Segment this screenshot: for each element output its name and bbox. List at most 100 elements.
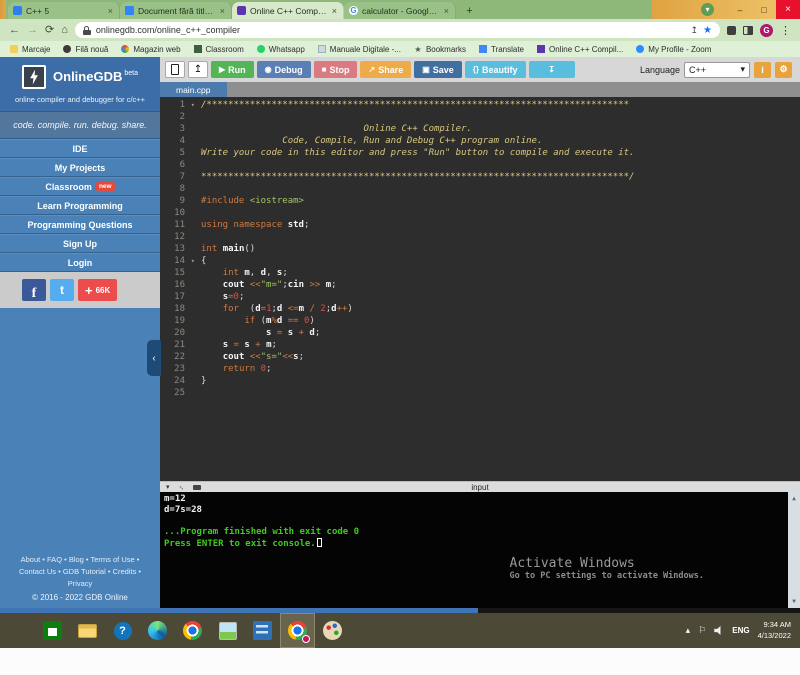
sidebar-item-my-projects[interactable]: My Projects bbox=[0, 158, 160, 177]
sidebar-item-learn-programming[interactable]: Learn Programming bbox=[0, 196, 160, 215]
browser-tab[interactable]: Document fără titlu - Documente× bbox=[120, 2, 232, 19]
code-line[interactable] bbox=[201, 207, 800, 219]
code-line[interactable]: Write your code in this editor and press… bbox=[201, 147, 800, 159]
bookmark-star-icon[interactable]: ★ bbox=[703, 25, 712, 36]
code-line[interactable] bbox=[201, 111, 800, 123]
browser-tab[interactable]: Online C++ Compiler - online e…× bbox=[232, 2, 344, 19]
code-editor[interactable]: 1▾234567891011121314▾1516171819202122232… bbox=[160, 97, 800, 481]
clock[interactable]: 9:34 AM 4/13/2022 bbox=[758, 620, 791, 640]
tab-close-icon[interactable]: × bbox=[331, 6, 338, 16]
code-line[interactable]: { bbox=[201, 255, 800, 267]
taskbar-store-icon[interactable] bbox=[35, 613, 70, 648]
tab-close-icon[interactable]: × bbox=[443, 6, 450, 16]
stop-button[interactable]: ■Stop bbox=[314, 61, 358, 78]
twitter-icon[interactable]: t bbox=[50, 279, 74, 301]
sidebar-footer-links[interactable]: About • FAQ • Blog • Terms of Use • Cont… bbox=[0, 554, 160, 590]
code-line[interactable]: s=0; bbox=[201, 291, 800, 303]
taskbar-start-icon[interactable] bbox=[0, 613, 35, 648]
code-line[interactable] bbox=[201, 159, 800, 171]
bookmark-item[interactable]: My Profile - Zoom bbox=[636, 45, 711, 54]
taskbar-chrome-icon[interactable] bbox=[175, 613, 210, 648]
tab-close-icon[interactable]: × bbox=[107, 6, 114, 16]
sidebar-collapse-handle[interactable]: ‹ bbox=[147, 340, 161, 376]
code-line[interactable]: cout <<"m=";cin >> m; bbox=[201, 279, 800, 291]
code-line[interactable]: if (m%d == 0) bbox=[201, 315, 800, 327]
code-line[interactable]: Online C++ Compiler. bbox=[201, 123, 800, 135]
taskbar-edge-icon[interactable] bbox=[140, 613, 175, 648]
open-file-button[interactable]: ↥ bbox=[188, 61, 208, 78]
bookmark-item[interactable]: Manuale Digitale -... bbox=[318, 45, 401, 54]
maximize-button[interactable]: □ bbox=[752, 0, 776, 19]
sidebar-item-login[interactable]: Login bbox=[0, 253, 160, 272]
sidebar-item-sign-up[interactable]: Sign Up bbox=[0, 234, 160, 253]
share-count-button[interactable]: + 66K bbox=[78, 279, 117, 301]
beautify-button[interactable]: {}Beautify bbox=[465, 61, 526, 78]
taskbar-settings-icon[interactable] bbox=[245, 613, 280, 648]
console-scrollbar[interactable]: ▲ ▼ bbox=[788, 492, 800, 608]
bookmark-item[interactable]: Marcaje bbox=[10, 45, 50, 54]
download-button[interactable]: ↧ bbox=[529, 61, 575, 78]
new-tab-button[interactable]: + bbox=[462, 3, 477, 18]
tab-search-icon[interactable]: ▾ bbox=[701, 3, 714, 16]
bookmark-item[interactable]: Translate bbox=[479, 45, 524, 54]
keyboard-language[interactable]: ENG bbox=[732, 626, 749, 635]
sidebar-item-ide[interactable]: IDE bbox=[0, 139, 160, 158]
sidebar-item-classroom[interactable]: Classroomnew bbox=[0, 177, 160, 196]
action-center-flag-icon[interactable]: ⚐ bbox=[698, 626, 706, 635]
side-panel-icon[interactable] bbox=[743, 26, 753, 35]
speaker-icon[interactable] bbox=[714, 626, 724, 635]
taskbar-help-icon[interactable]: ? bbox=[105, 613, 140, 648]
code-line[interactable]: return 0; bbox=[201, 363, 800, 375]
fold-caret-icon[interactable]: ▾ bbox=[191, 255, 195, 267]
debug-button[interactable]: ◉Debug bbox=[257, 61, 311, 78]
code-line[interactable] bbox=[201, 387, 800, 399]
code-line[interactable] bbox=[201, 183, 800, 195]
scroll-up-icon[interactable]: ▲ bbox=[792, 493, 796, 504]
run-button[interactable]: ▶Run bbox=[211, 61, 254, 78]
save-button[interactable]: ▣Save bbox=[414, 61, 462, 78]
taskbar-photos-icon[interactable] bbox=[210, 613, 245, 648]
back-icon[interactable]: ← bbox=[9, 25, 20, 36]
fold-caret-icon[interactable]: ▾ bbox=[191, 99, 195, 111]
code-line[interactable]: s = s + m; bbox=[201, 339, 800, 351]
extensions-icon[interactable] bbox=[727, 26, 736, 35]
code-line[interactable]: ****************************************… bbox=[201, 171, 800, 183]
tab-close-icon[interactable]: × bbox=[219, 6, 226, 16]
forward-icon[interactable]: → bbox=[27, 25, 38, 36]
bookmark-item[interactable]: Whatsapp bbox=[257, 45, 305, 54]
sidebar-item-programming-questions[interactable]: Programming Questions bbox=[0, 215, 160, 234]
tray-chevron-up-icon[interactable]: ▴ bbox=[686, 626, 691, 635]
scroll-down-icon[interactable]: ▼ bbox=[792, 596, 796, 607]
share-page-icon[interactable]: ↥ bbox=[690, 25, 698, 36]
code-line[interactable] bbox=[201, 231, 800, 243]
code-line[interactable]: cout <<"s="<<s; bbox=[201, 351, 800, 363]
bookmark-item[interactable]: Magazin web bbox=[121, 45, 180, 54]
code-line[interactable]: using namespace std; bbox=[201, 219, 800, 231]
reload-icon[interactable]: ⟳ bbox=[45, 25, 54, 36]
code-line[interactable]: s = s + d; bbox=[201, 327, 800, 339]
code-line[interactable]: #include <iostream> bbox=[201, 195, 800, 207]
bookmark-item[interactable]: Classroom bbox=[194, 45, 244, 54]
code-line[interactable]: int m, d, s; bbox=[201, 267, 800, 279]
language-select[interactable]: C++ ▾ bbox=[684, 62, 750, 78]
address-bar[interactable]: onlinegdb.com/online_c++_compiler ↥ ★ bbox=[75, 22, 720, 38]
new-file-button[interactable] bbox=[165, 61, 185, 78]
console-output[interactable]: m=12d=7s=28...Program finished with exit… bbox=[160, 492, 800, 608]
code-line[interactable]: int main() bbox=[201, 243, 800, 255]
info-button[interactable]: i bbox=[754, 62, 771, 78]
bookmark-item[interactable]: Filă nouă bbox=[63, 45, 108, 54]
minimize-button[interactable]: – bbox=[728, 0, 752, 19]
facebook-icon[interactable]: f bbox=[22, 279, 46, 301]
taskbar-file-explorer-icon[interactable] bbox=[70, 613, 105, 648]
code-line[interactable]: } bbox=[201, 375, 800, 387]
code-line[interactable]: for (d=1;d <=m / 2;d++) bbox=[201, 303, 800, 315]
browser-tab[interactable]: C++ 5× bbox=[8, 2, 120, 19]
home-icon[interactable]: ⌂ bbox=[61, 25, 68, 36]
browser-tab[interactable]: Gcalculator - Google Search× bbox=[344, 2, 456, 19]
file-tab-main-cpp[interactable]: main.cpp bbox=[160, 82, 227, 97]
profile-avatar[interactable]: G bbox=[760, 24, 773, 37]
settings-button[interactable]: ⚙ bbox=[775, 62, 792, 78]
close-button[interactable]: × bbox=[776, 0, 800, 19]
taskbar-chrome-active-icon[interactable] bbox=[280, 613, 315, 648]
share-button[interactable]: ↗Share bbox=[360, 61, 411, 78]
